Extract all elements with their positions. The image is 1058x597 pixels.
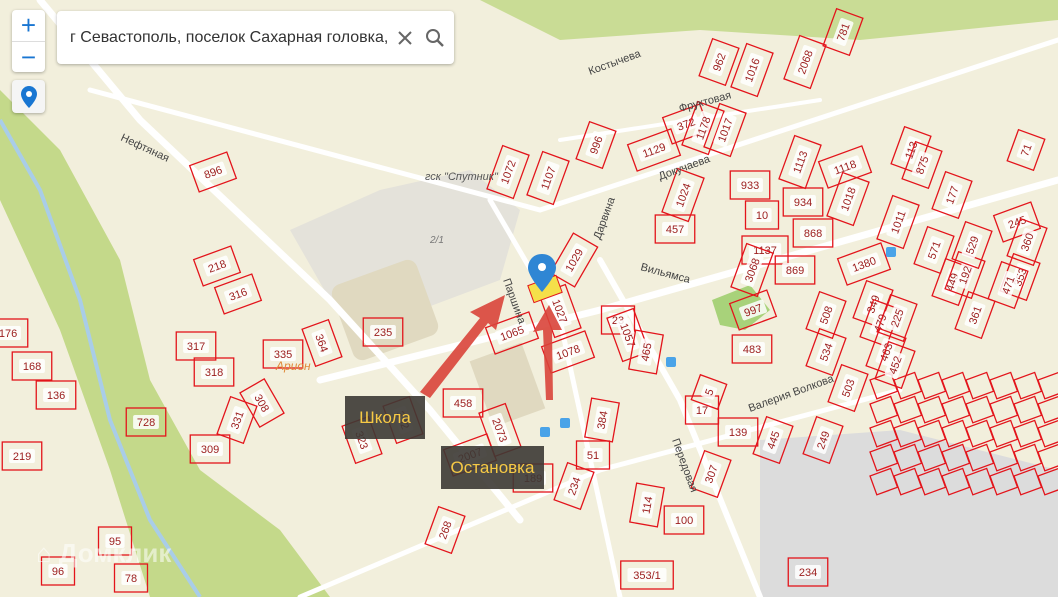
parcel-number: 934 [794, 197, 812, 209]
parcel-number: 317 [187, 341, 205, 353]
parcel-number: 139 [729, 427, 747, 439]
parcel-number: 868 [804, 228, 822, 240]
parcel-number: 869 [786, 265, 804, 277]
parcel-number: 318 [205, 367, 223, 379]
zoom-out-button[interactable]: − [12, 41, 45, 73]
search-icon [426, 28, 444, 47]
parcel-number: 483 [743, 344, 761, 356]
parcel-number: 100 [675, 515, 693, 527]
search-input[interactable] [68, 27, 390, 48]
parcel-number: 136 [47, 390, 65, 402]
parcel-number: 10 [756, 210, 768, 222]
parcel-number: 234 [799, 567, 817, 579]
parcel-number: 309 [201, 444, 219, 456]
parcel-number: 17 [696, 405, 708, 417]
bus-stop-callout: Остановка [441, 446, 544, 489]
zoom-controls: + − [12, 10, 45, 72]
parcel-number: 457 [666, 224, 684, 236]
search-button[interactable] [420, 23, 450, 53]
zoom-in-button[interactable]: + [12, 10, 45, 41]
search-bar [57, 11, 454, 64]
parcel-number: 353/1 [633, 570, 661, 582]
place-label: гск "Спутник" [425, 171, 499, 183]
parcel-number: 728 [137, 417, 155, 429]
close-icon [398, 30, 412, 45]
parcel-number: 168 [23, 361, 41, 373]
locate-button[interactable] [12, 80, 45, 113]
parcel-number: 176 [0, 328, 17, 340]
parcel-number: 78 [125, 573, 137, 585]
school-callout: Школа [345, 396, 425, 439]
clear-button[interactable] [390, 23, 420, 53]
parcel-number: 933 [741, 180, 759, 192]
watermark-logo: ⌂ Домклик [36, 538, 172, 568]
cadastral-map[interactable]: 8962183163173353643183083313091761681362… [0, 0, 1058, 597]
place-label: Арион [275, 359, 311, 373]
parcel-number: 51 [587, 450, 599, 462]
map-pin-icon [20, 85, 37, 108]
place-label: 2/1 [429, 235, 444, 246]
parcel-number: 219 [13, 451, 31, 463]
parcel-number: 235 [374, 327, 392, 339]
parcel-number: 458 [454, 398, 472, 410]
